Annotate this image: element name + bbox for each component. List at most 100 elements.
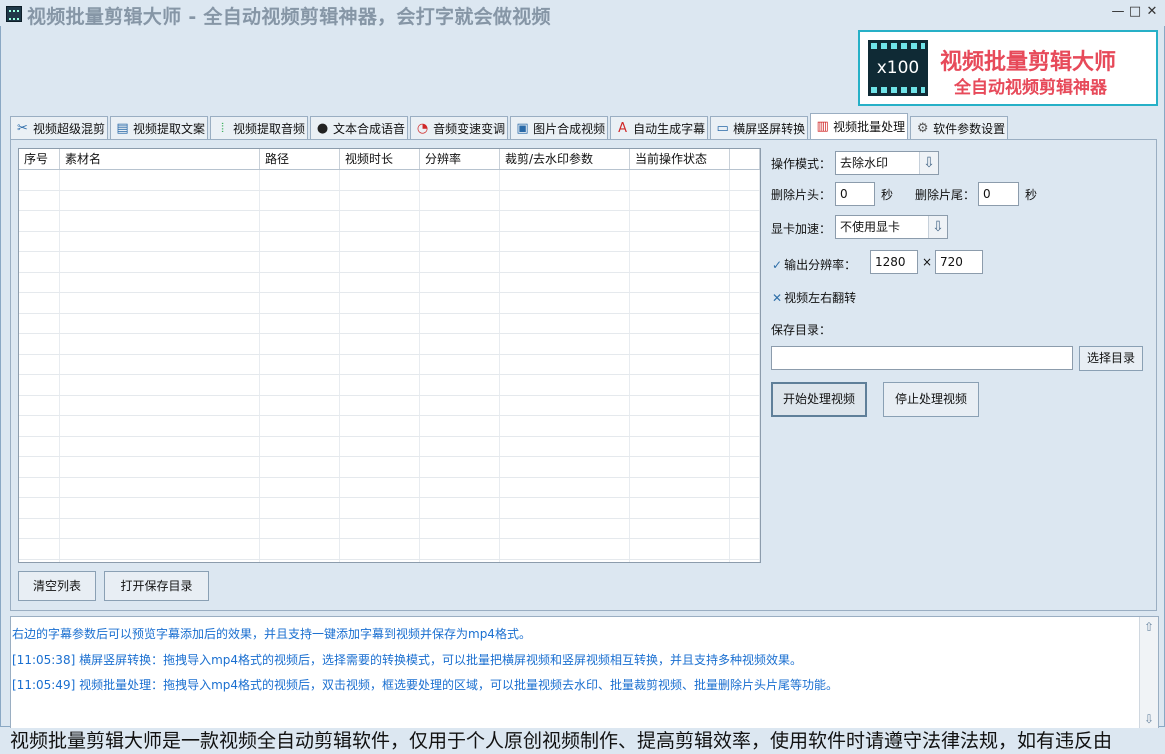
minimize-button[interactable]: —: [1110, 3, 1126, 21]
table-cell: [630, 272, 730, 292]
table-cell: [19, 518, 60, 538]
dropdown-arrow-icon[interactable]: ⇩: [919, 152, 938, 174]
table-cell: [19, 170, 60, 190]
mode-select[interactable]: 去除水印 ⇩: [835, 151, 939, 175]
table-cell: [500, 334, 630, 354]
marquee-notice: 视频批量剪辑大师是一款视频全自动剪辑软件，仅用于个人原创视频制作、提高剪辑效率，…: [0, 728, 1165, 754]
column-header[interactable]: 路径: [260, 149, 340, 169]
tab-settings[interactable]: ⚙ 软件参数设置: [910, 116, 1009, 139]
table-row[interactable]: [19, 252, 760, 273]
table-row[interactable]: [19, 457, 760, 478]
clear-list-button[interactable]: 清空列表: [18, 571, 96, 601]
table-row[interactable]: [19, 334, 760, 355]
column-header[interactable]: 分辨率: [420, 149, 500, 169]
cut-tail-input[interactable]: 0: [978, 182, 1019, 206]
tab-audio-speed[interactable]: ◔ 音频变速变调: [410, 116, 509, 139]
table-cell: [19, 395, 60, 415]
table-row[interactable]: [19, 477, 760, 498]
table-cell: [60, 375, 260, 395]
tab-super-mix[interactable]: ✂ 视频超级混剪: [10, 116, 109, 139]
table-cell: [730, 231, 760, 251]
tab-extract-text[interactable]: ▤ 视频提取文案: [110, 116, 209, 139]
tab-label: 自动生成字幕: [633, 121, 706, 136]
column-header[interactable]: 当前操作状态: [630, 149, 730, 169]
table-row[interactable]: [19, 272, 760, 293]
table-cell: [730, 477, 760, 497]
column-header[interactable]: 素材名: [60, 149, 260, 169]
stop-process-button[interactable]: 停止处理视频: [883, 382, 979, 417]
log-scrollbar[interactable]: ⇧ ⇩: [1139, 617, 1158, 729]
table-cell: [730, 518, 760, 538]
column-header[interactable]: 序号: [19, 149, 60, 169]
resolution-width-input[interactable]: 1280: [870, 250, 918, 274]
flip-checkbox[interactable]: ✕ 视频左右翻转: [772, 289, 856, 306]
cross-icon: ✕: [772, 291, 783, 305]
table-cell: [630, 293, 730, 313]
tab-batch-process[interactable]: ▥ 视频批量处理: [810, 113, 909, 139]
table-cell: [19, 539, 60, 559]
scroll-up-icon[interactable]: ⇧: [1141, 619, 1157, 635]
start-process-button[interactable]: 开始处理视频: [771, 382, 867, 417]
table-cell: [260, 559, 340, 562]
table-row[interactable]: [19, 559, 760, 562]
table-cell: [420, 190, 500, 210]
table-cell: [340, 190, 420, 210]
table-row[interactable]: [19, 354, 760, 375]
table-row[interactable]: [19, 436, 760, 457]
table-cell: [340, 539, 420, 559]
table-row[interactable]: [19, 375, 760, 396]
table-row[interactable]: [19, 416, 760, 437]
mode-label: 操作模式：: [771, 157, 832, 171]
table-row[interactable]: [19, 313, 760, 334]
table-row[interactable]: [19, 395, 760, 416]
table-cell: [60, 477, 260, 497]
maximize-button[interactable]: □: [1127, 3, 1143, 21]
table-row[interactable]: [19, 190, 760, 211]
save-dir-label: 保存目录：: [771, 323, 832, 337]
tab-orientation-convert[interactable]: ▭ 横屏竖屏转换: [710, 116, 809, 139]
table-row[interactable]: [19, 231, 760, 252]
app-icon: [6, 6, 22, 22]
log-panel[interactable]: 右边的字幕参数后可以预览字幕添加后的效果，并且支持一键添加字幕到视频并保存为mp…: [10, 616, 1159, 730]
column-header[interactable]: 视频时长: [340, 149, 420, 169]
cut-head-input[interactable]: 0: [835, 182, 875, 206]
table-cell: [630, 313, 730, 333]
table-cell: [19, 354, 60, 374]
save-dir-input[interactable]: [771, 346, 1073, 370]
tab-label: 视频提取音频: [233, 121, 306, 136]
table-row[interactable]: [19, 539, 760, 560]
tab-images-to-video[interactable]: ▣ 图片合成视频: [510, 116, 609, 139]
table-cell: [500, 539, 630, 559]
waveform-icon: ⦙: [221, 120, 224, 136]
table-cell: [420, 375, 500, 395]
table-row[interactable]: [19, 211, 760, 232]
open-save-dir-button[interactable]: 打开保存目录: [104, 571, 209, 601]
gpu-select[interactable]: 不使用显卡 ⇩: [835, 215, 948, 239]
table-cell: [730, 252, 760, 272]
video-list-table[interactable]: 序号 素材名 路径 视频时长 分辨率 裁剪/去水印参数 当前操作状态: [18, 148, 761, 563]
column-header[interactable]: 裁剪/去水印参数: [500, 149, 630, 169]
table-body: [19, 170, 760, 562]
resolution-checkbox[interactable]: ✓ 输出分辨率：: [772, 256, 856, 273]
tab-auto-subtitle[interactable]: A 自动生成字幕: [610, 116, 709, 139]
table-row[interactable]: [19, 293, 760, 314]
resolution-separator: ×: [922, 255, 933, 269]
tab-label: 音频变速变调: [433, 121, 506, 136]
tab-text-to-speech[interactable]: ● 文本合成语音: [310, 116, 409, 139]
resolution-height-input[interactable]: 720: [935, 250, 983, 274]
table-cell: [60, 457, 260, 477]
choose-dir-button[interactable]: 选择目录: [1079, 346, 1143, 371]
mode-select-value: 去除水印: [840, 156, 889, 170]
scroll-down-icon[interactable]: ⇩: [1141, 711, 1157, 727]
table-row[interactable]: [19, 498, 760, 519]
table-cell: [260, 498, 340, 518]
table-row[interactable]: [19, 170, 760, 191]
tab-extract-audio[interactable]: ⦙ 视频提取音频: [210, 116, 309, 139]
table-row[interactable]: [19, 518, 760, 539]
table-cell: [630, 334, 730, 354]
dropdown-arrow-icon[interactable]: ⇩: [928, 216, 947, 238]
table-cell: [19, 231, 60, 251]
close-button[interactable]: ✕: [1144, 3, 1160, 21]
tab-bar: ✂ 视频超级混剪 ▤ 视频提取文案 ⦙ 视频提取音频 ● 文本合成语音 ◔ 音频…: [10, 113, 1010, 139]
table-cell: [420, 518, 500, 538]
